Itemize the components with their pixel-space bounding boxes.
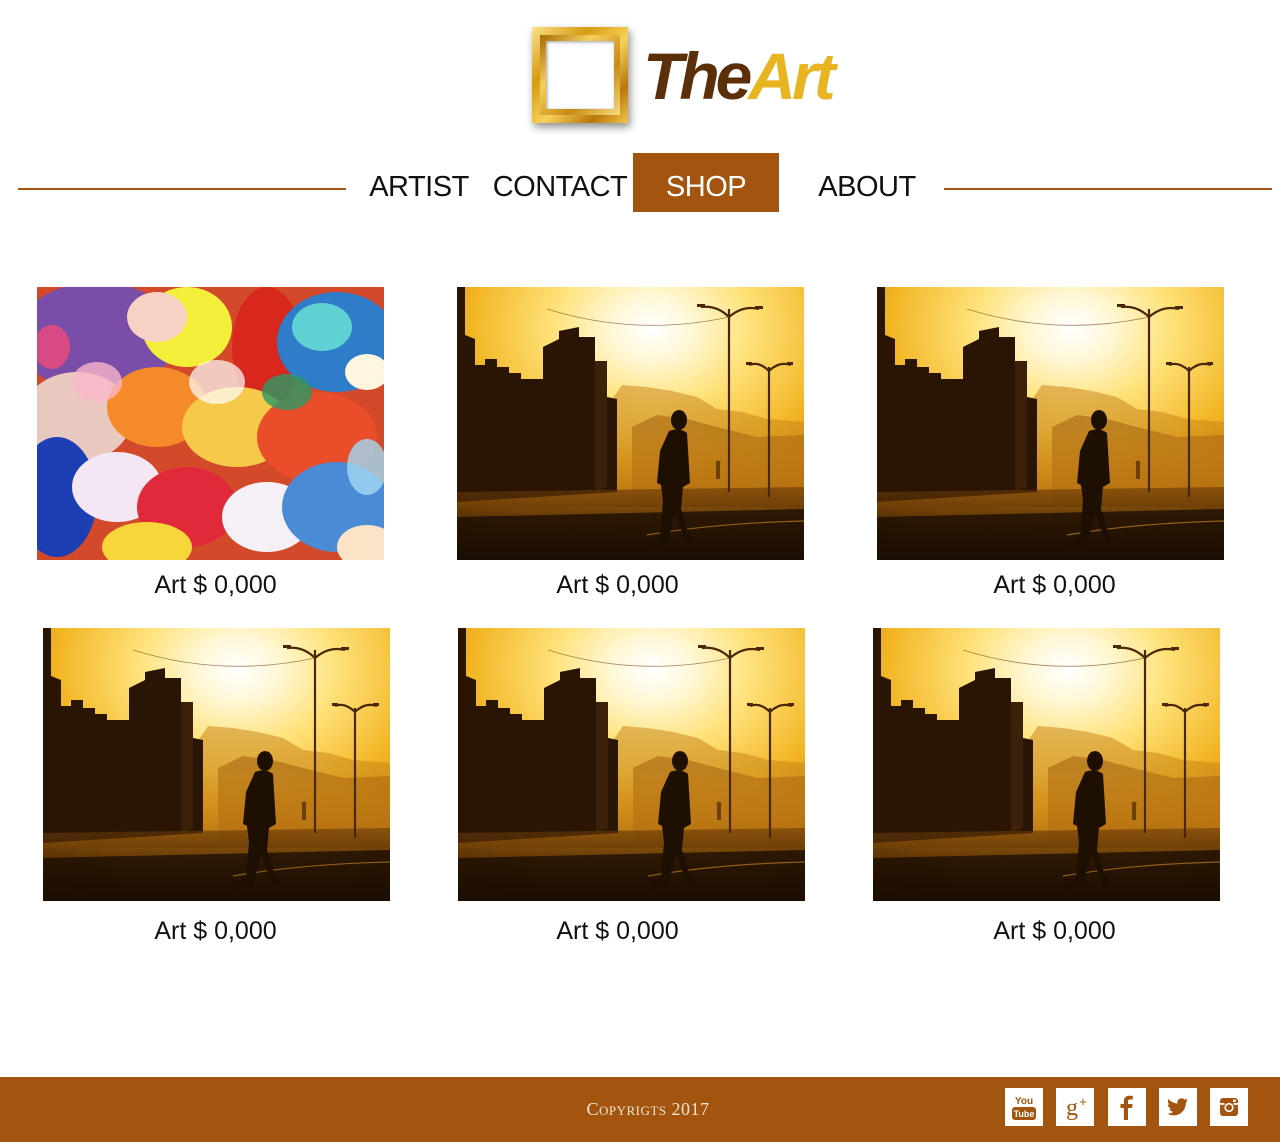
artwork-image-street[interactable] [458, 628, 805, 901]
twitter-icon[interactable] [1159, 1088, 1197, 1126]
nav-divider-right [944, 188, 1272, 190]
nav-item-contact[interactable]: CONTACT [488, 153, 632, 212]
youtube-icon[interactable]: You Tube [1005, 1088, 1043, 1126]
instagram-icon[interactable] [1210, 1088, 1248, 1126]
logo-frame-icon[interactable] [532, 27, 628, 123]
artwork-price: Art $ 0,000 [993, 571, 1116, 599]
artwork-image-street[interactable] [873, 628, 1220, 901]
artwork-price: Art $ 0,000 [556, 917, 679, 945]
svg-text:Tube: Tube [1014, 1109, 1035, 1119]
artwork-image-street[interactable] [457, 287, 804, 560]
artwork-price: Art $ 0,000 [556, 571, 679, 599]
facebook-icon[interactable] [1108, 1088, 1146, 1126]
nav-item-shop[interactable]: SHOP [633, 153, 779, 212]
svg-text:You: You [1015, 1096, 1033, 1107]
artwork-image-street[interactable] [877, 287, 1224, 560]
svg-text:g: g [1066, 1095, 1078, 1121]
nav-divider-left [18, 188, 346, 190]
logo-text-art: Art [748, 39, 835, 113]
nav-item-about[interactable]: ABOUT [792, 153, 942, 212]
artwork-price: Art $ 0,000 [154, 571, 277, 599]
svg-text:+: + [1079, 1094, 1087, 1109]
artwork-price: Art $ 0,000 [154, 917, 277, 945]
artwork-price: Art $ 0,000 [993, 917, 1116, 945]
logo-frame-canvas [546, 41, 614, 109]
logo-text-the: The [643, 39, 752, 113]
site-logo-text[interactable]: TheArt [643, 38, 836, 114]
artwork-image-abstract[interactable] [37, 287, 384, 560]
artwork-image-street[interactable] [43, 628, 390, 901]
footer: Copyrigts 2017 You Tube g + [0, 1077, 1280, 1142]
nav-item-artist[interactable]: ARTIST [356, 153, 482, 212]
google-plus-icon[interactable]: g + [1056, 1088, 1094, 1126]
